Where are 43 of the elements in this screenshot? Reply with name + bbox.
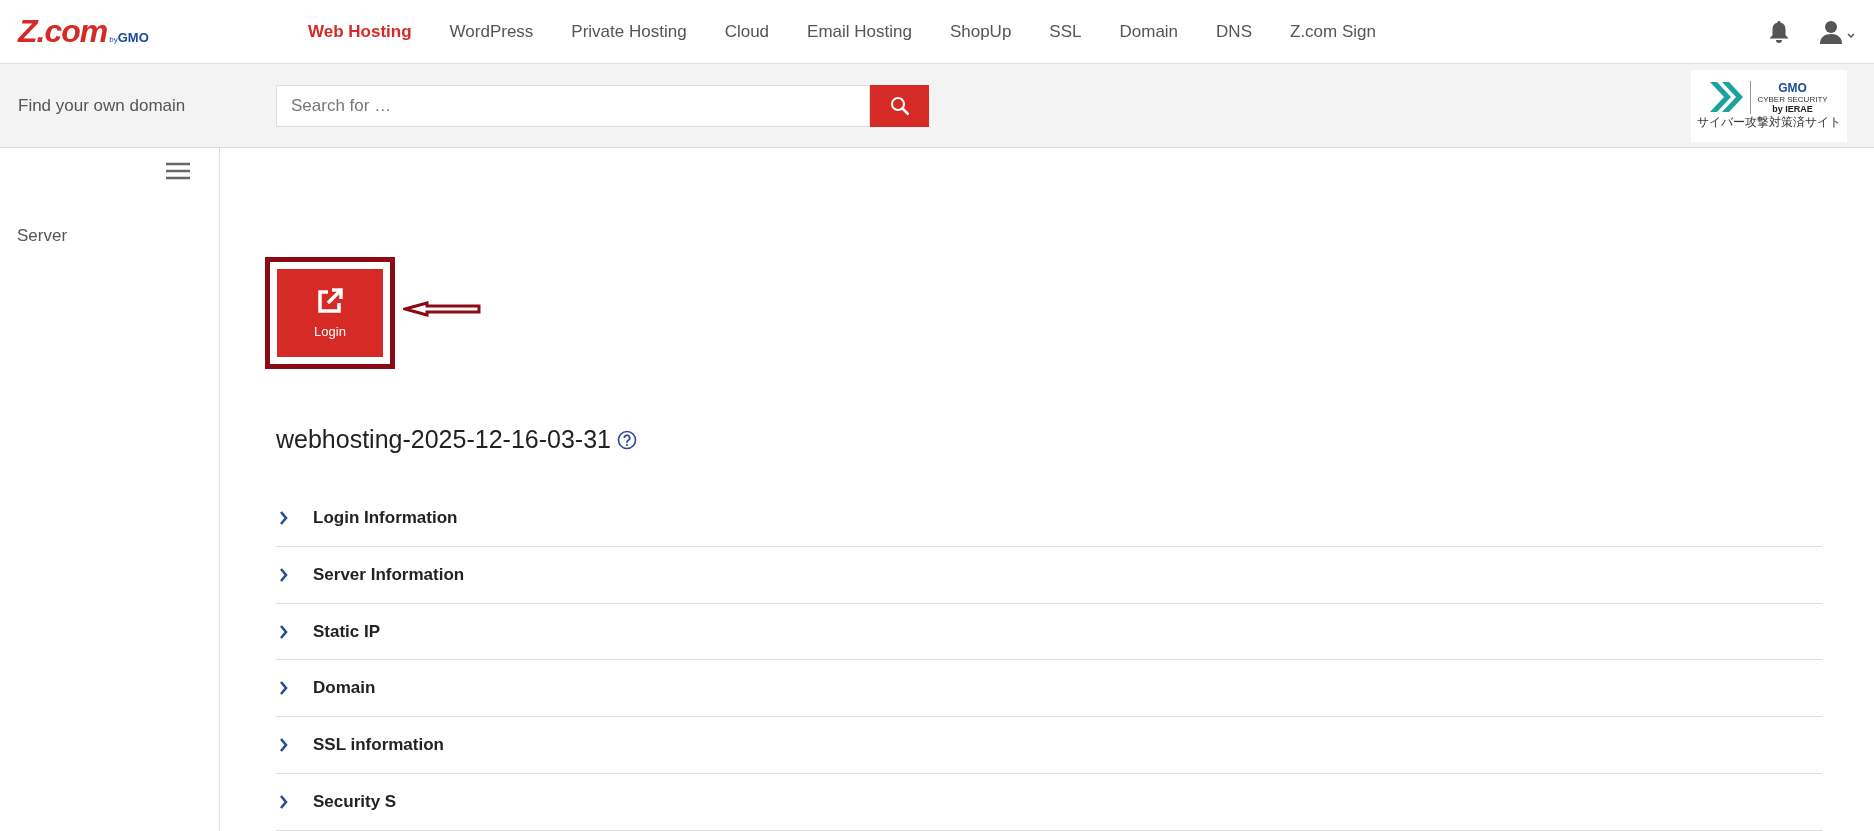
logo-by: by [109,35,118,44]
domain-search-label: Find your own domain [18,95,187,116]
section-title: SSL information [313,735,444,756]
section-title: Domain [313,678,376,699]
logo-brand: GMO [117,30,149,45]
nav-link[interactable]: SSL [1049,21,1082,42]
sidebar-item[interactable]: Server [17,226,219,246]
search-field[interactable]: Search for … [276,84,870,127]
search-icon [889,95,910,116]
nav-link[interactable]: Domain [1119,21,1179,42]
user-menu-icon[interactable] [1820,19,1856,44]
accordion-row[interactable]: Static IP [276,603,1822,661]
nav-link[interactable]: Cloud [724,21,770,42]
stripes-icon [1710,82,1745,112]
login-button[interactable]: Login [277,269,383,357]
section-title: Static IP [313,621,381,642]
nav-link[interactable]: ShopUp [949,21,1012,42]
section-title: Login Information [313,507,458,528]
accordion-row[interactable]: Server Information [276,546,1822,604]
help-icon[interactable] [616,429,637,450]
accordion-row[interactable]: SSL information [276,717,1822,775]
accordion-row[interactable]: Domain [276,660,1822,718]
nav-link[interactable]: Web Hosting [308,21,412,42]
external-link-icon [317,287,343,314]
section-title: Security S [313,792,397,813]
search-button[interactable] [870,84,929,127]
nav-link[interactable]: Email Hosting [807,21,912,42]
badge-text: by IERAE [1772,103,1813,114]
accordion-row[interactable]: Login Information [276,490,1822,547]
accordion-row[interactable]: Security S [276,774,1822,831]
logo[interactable]: Z.com byGMO [18,13,308,50]
bell-icon[interactable] [1768,19,1790,44]
badge-note: サイバー攻撃対策済サイト [1697,114,1841,131]
badge-brand: GMO [1778,80,1807,95]
nav-link[interactable]: Private Hosting [571,21,687,42]
nav-link[interactable]: DNS [1216,21,1252,42]
nav-link[interactable]: WordPress [449,21,534,42]
badge-text: CYBER SECURITY [1757,94,1828,104]
arrow-icon [403,300,481,318]
server-title: webhosting-2025-12-16-03-31 [276,425,611,454]
section-title: Server Information [313,564,465,585]
logo-wordmark: Z.com [18,13,108,50]
nav-link[interactable]: Z.com Sign [1290,21,1376,42]
